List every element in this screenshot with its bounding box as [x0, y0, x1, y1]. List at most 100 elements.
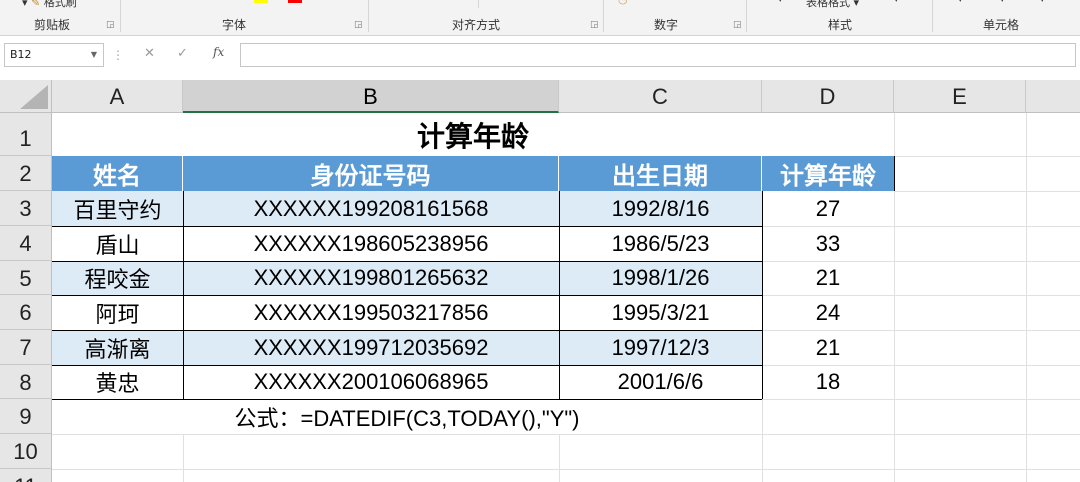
id-number-cell[interactable]: XXXXXX199503217856 [183, 295, 559, 330]
row-header-11[interactable]: 11 [0, 469, 52, 482]
gridline [559, 434, 560, 482]
row-header-10[interactable]: 10 [0, 434, 52, 469]
row-header-1[interactable]: 1 [0, 113, 52, 156]
group-divider [603, 0, 604, 32]
age-cell[interactable]: 27 [762, 191, 894, 226]
styles-group-label: 样式 [828, 18, 853, 32]
format-painter-button[interactable]: ▾ ✎ 格式刷 [22, 0, 77, 10]
gridline [52, 469, 1080, 470]
format-dropdown[interactable]: ▾ [1040, 0, 1045, 5]
group-divider [368, 0, 369, 32]
column-header-d[interactable]: D [762, 80, 894, 113]
currency-icon[interactable]: ◔ [618, 0, 628, 6]
table-border [52, 365, 762, 366]
cancel-icon[interactable]: ✕ [144, 46, 155, 61]
column-header-f[interactable] [1026, 80, 1080, 113]
table-border [894, 156, 895, 191]
gridline [1026, 113, 1027, 482]
number-launcher-icon[interactable]: ◲ [733, 20, 742, 30]
name-cell[interactable]: 盾山 [52, 226, 183, 261]
name-cell[interactable]: 阿珂 [52, 295, 183, 330]
header-cell-birth-date[interactable]: 出生日期 [559, 156, 762, 191]
group-divider [746, 0, 747, 32]
header-cell-age[interactable]: 计算年龄 [762, 156, 894, 191]
clipboard-group-label: 剪贴板 [34, 18, 71, 32]
number-group-label: 数字 [654, 18, 679, 32]
row-header-6[interactable]: 6 [0, 295, 52, 330]
age-cell[interactable]: 21 [762, 261, 894, 295]
age-cell[interactable]: 18 [762, 365, 894, 399]
row-header-3[interactable]: 3 [0, 191, 52, 226]
table-border [52, 295, 762, 296]
row-header-9[interactable]: 9 [0, 399, 52, 434]
sheet-title-cell[interactable]: 计算年龄 [52, 113, 894, 156]
clipboard-launcher-icon[interactable]: ◲ [106, 20, 115, 30]
gridline [762, 399, 1080, 400]
table-border [52, 330, 762, 331]
name-box[interactable]: B12 ▼ [4, 43, 104, 67]
name-cell[interactable]: 百里守约 [52, 191, 183, 226]
group-divider [478, 0, 479, 8]
header-cell-id-number[interactable]: 身份证号码 [183, 156, 559, 191]
cell-style-dropdown[interactable]: ▾ [894, 0, 899, 5]
table-border [183, 191, 184, 399]
birth-date-cell[interactable]: 1998/1/26 [559, 261, 762, 295]
age-cell[interactable]: 21 [762, 330, 894, 365]
formula-note-cell[interactable]: 公式：=DATEDIF(C3,TODAY(),"Y") [52, 399, 762, 434]
name-cell[interactable]: 黄忠 [52, 365, 183, 399]
table-border [52, 399, 762, 400]
header-cell-name[interactable]: 姓名 [52, 156, 183, 191]
age-cell[interactable]: 33 [762, 226, 894, 261]
formula-bar-grip-icon[interactable]: ⋮ [112, 48, 124, 62]
delete-dropdown[interactable]: ▾ [1000, 0, 1005, 5]
cells-group-label: 单元格 [983, 18, 1020, 32]
column-header-b[interactable]: B [183, 80, 559, 113]
insert-function-icon[interactable]: fx [213, 45, 224, 59]
birth-date-cell[interactable]: 1995/3/21 [559, 295, 762, 330]
select-all-button[interactable] [0, 80, 52, 113]
id-number-cell[interactable]: XXXXXX199801265632 [183, 261, 559, 295]
row-header-7[interactable]: 7 [0, 330, 52, 365]
group-divider [120, 0, 121, 32]
table-border [762, 191, 763, 399]
table-border [559, 191, 560, 399]
column-header-e[interactable]: E [894, 80, 1026, 113]
id-number-cell[interactable]: XXXXXX198605238956 [183, 226, 559, 261]
highlight-color-swatch[interactable] [254, 0, 268, 3]
formula-input[interactable] [240, 43, 1076, 67]
id-number-cell[interactable]: XXXXXX199712035692 [183, 330, 559, 365]
row-header-2[interactable]: 2 [0, 156, 52, 191]
table-border [52, 226, 762, 227]
column-header-c[interactable]: C [559, 80, 762, 113]
column-header-a[interactable]: A [52, 80, 183, 113]
font-launcher-icon[interactable]: ◲ [354, 20, 363, 30]
birth-date-cell[interactable]: 1997/12/3 [559, 330, 762, 365]
insert-dropdown[interactable]: ▾ [958, 0, 963, 5]
table-format-button[interactable]: 表格格式 ▾ [806, 0, 859, 10]
alignment-launcher-icon[interactable]: ◲ [590, 20, 599, 30]
enter-icon[interactable]: ✓ [177, 46, 188, 61]
birth-date-cell[interactable]: 2001/6/6 [559, 365, 762, 399]
ribbon: ▾ ✎ 格式刷 剪贴板 ◲ ⌃ 字体 ◲ 对齐方式 ◲ ◔ 数字 ◲ ▾ 表格格… [0, 0, 1080, 36]
id-number-cell[interactable]: XXXXXX199208161568 [183, 191, 559, 226]
name-cell[interactable]: 高渐离 [52, 330, 183, 365]
font-group-label: 字体 [222, 18, 247, 32]
birth-date-cell[interactable]: 1986/5/23 [559, 226, 762, 261]
conditional-format-dropdown[interactable]: ▾ [778, 0, 783, 5]
table-border [52, 261, 762, 262]
birth-date-cell[interactable]: 1992/8/16 [559, 191, 762, 226]
row-header-8[interactable]: 8 [0, 365, 52, 399]
age-cell[interactable]: 24 [762, 295, 894, 330]
gridline [183, 434, 184, 482]
worksheet-grid[interactable]: A B C D E 1 2 3 4 5 6 7 8 9 10 11 计算年龄 姓… [0, 80, 1080, 482]
name-box-dropdown-icon[interactable]: ▼ [91, 44, 97, 66]
row-header-5[interactable]: 5 [0, 261, 52, 295]
id-number-cell[interactable]: XXXXXX200106068965 [183, 365, 559, 399]
formula-bar: B12 ▼ ⋮ ✕ ✓ fx [0, 36, 1080, 80]
font-color-swatch[interactable] [288, 0, 302, 3]
font-size-icon[interactable]: ⌃ [331, 0, 340, 6]
name-cell[interactable]: 程咬金 [52, 261, 183, 295]
row-header-4[interactable]: 4 [0, 226, 52, 261]
gridline [52, 434, 1080, 435]
gridline [894, 191, 1080, 192]
